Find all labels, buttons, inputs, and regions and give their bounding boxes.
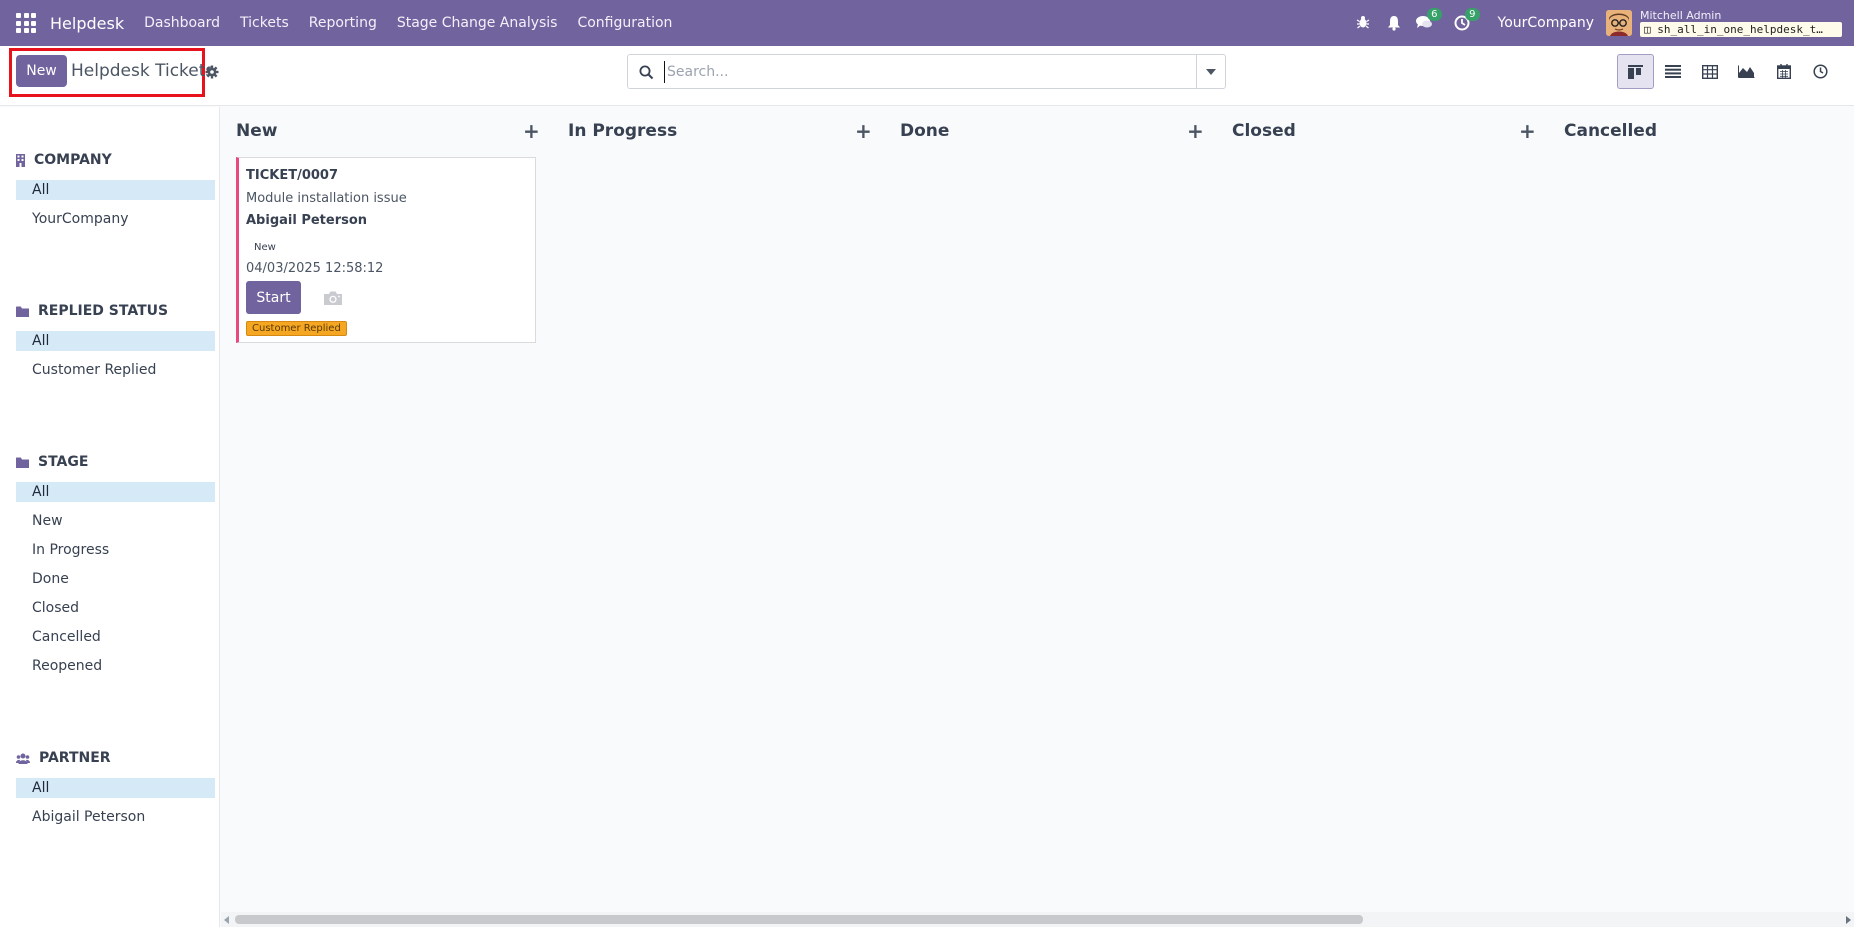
filter-stage-closed[interactable]: Closed (16, 598, 215, 618)
search-icon (639, 65, 654, 80)
filter-stage-in-progress[interactable]: In Progress (16, 540, 215, 560)
ticket-subject: Module installation issue (246, 191, 407, 206)
column-in-progress-add-icon[interactable]: + (855, 119, 872, 143)
column-header-new[interactable]: New (236, 121, 277, 141)
menu-tickets[interactable]: Tickets (240, 15, 289, 31)
kanban-icon (1628, 64, 1643, 79)
page-title: Helpdesk Tickets (71, 61, 215, 81)
filter-stage-reopened[interactable]: Reopened (16, 656, 215, 676)
kanban-view-button[interactable] (1617, 54, 1654, 89)
search-options-toggle[interactable] (1196, 55, 1225, 88)
filter-stage-done[interactable]: Done (16, 569, 215, 589)
building-icon (16, 153, 25, 167)
scroll-right-icon[interactable] (1846, 916, 1851, 924)
menu-stage-change-analysis[interactable]: Stage Change Analysis (397, 15, 558, 31)
scrollbar-thumb[interactable] (235, 915, 1363, 924)
new-button[interactable]: New (16, 55, 67, 87)
section-heading-company: COMPANY (34, 152, 112, 168)
column-closed-add-icon[interactable]: + (1519, 119, 1536, 143)
graph-view-button[interactable] (1728, 54, 1765, 89)
filter-stage-all[interactable]: All (16, 482, 215, 502)
activities-badge: 9 (1465, 8, 1480, 21)
user-avatar[interactable] (1606, 10, 1632, 36)
filter-replied-all[interactable]: All (16, 331, 215, 351)
apps-menu-icon[interactable] (16, 13, 36, 33)
control-panel: New Helpdesk Tickets (0, 46, 1854, 106)
activities-icon[interactable]: 9 (1454, 8, 1480, 31)
start-button[interactable]: Start (246, 281, 301, 314)
scroll-left-icon[interactable] (224, 916, 229, 924)
filter-company-all[interactable]: All (16, 180, 215, 200)
messages-icon[interactable]: 6 (1415, 8, 1442, 31)
user-name: Mitchell Admin (1640, 8, 1722, 22)
search-bar (627, 54, 1226, 89)
column-header-cancelled[interactable]: Cancelled (1564, 121, 1657, 141)
pivot-view-button[interactable] (1691, 54, 1728, 89)
section-heading-replied-status: REPLIED STATUS (38, 303, 169, 319)
users-icon (16, 753, 30, 764)
database-name: ◫ sh_all_in_one_helpdesk_t… (1640, 21, 1842, 37)
menu-reporting[interactable]: Reporting (309, 15, 377, 31)
filter-stage-new[interactable]: New (16, 511, 215, 531)
column-header-closed[interactable]: Closed (1232, 121, 1296, 141)
view-switcher (1617, 54, 1839, 89)
messages-badge: 6 (1427, 8, 1442, 21)
customer-replied-tag: Customer Replied (246, 321, 347, 336)
filter-partner-abigail-peterson[interactable]: Abigail Peterson (16, 807, 215, 827)
camera-icon[interactable] (323, 290, 343, 306)
ticket-partner: Abigail Peterson (246, 213, 368, 228)
ticket-date: 04/03/2025 12:58:12 (246, 261, 384, 276)
area-chart-icon (1738, 65, 1755, 78)
navbar-systray: 6 9 YourCompany Mitchell Admin ◫ sh_all_… (1356, 0, 1854, 46)
bell-icon[interactable] (1386, 15, 1402, 31)
pivot-table-icon (1701, 64, 1718, 79)
menu-configuration[interactable]: Configuration (577, 15, 672, 31)
filter-section-company: COMPANY All YourCompany (0, 149, 220, 229)
kanban-board: New + In Progress + Done + Closed + Canc… (221, 107, 1854, 912)
activity-view-button[interactable] (1802, 54, 1839, 89)
filter-section-partner: PARTNER All Abigail Peterson (0, 747, 220, 827)
app-brand[interactable]: Helpdesk (50, 14, 124, 33)
list-view-button[interactable] (1654, 54, 1691, 89)
filter-section-stage: STAGE All New In Progress Done Closed Ca… (0, 451, 220, 676)
company-switcher[interactable]: YourCompany (1498, 15, 1595, 31)
bug-icon[interactable] (1356, 15, 1372, 31)
section-heading-partner: PARTNER (39, 750, 111, 766)
column-done-add-icon[interactable]: + (1187, 119, 1204, 143)
user-menu[interactable]: Mitchell Admin ◫ sh_all_in_one_helpdesk_… (1640, 8, 1842, 37)
top-navbar: Helpdesk Dashboard Tickets Reporting Sta… (0, 0, 1854, 46)
filter-replied-customer-replied[interactable]: Customer Replied (16, 360, 215, 380)
search-panel-sidebar: COMPANY All YourCompany REPLIED STATUS A… (0, 107, 220, 927)
filter-section-replied-status: REPLIED STATUS All Customer Replied (0, 300, 220, 380)
column-new-add-icon[interactable]: + (523, 119, 540, 143)
clock-icon (1813, 64, 1828, 79)
chevron-down-icon (1206, 69, 1216, 75)
folder-icon (16, 457, 29, 468)
calendar-view-button[interactable] (1765, 54, 1802, 89)
menu-dashboard[interactable]: Dashboard (144, 15, 220, 31)
ticket-reference: TICKET/0007 (246, 168, 338, 183)
section-heading-stage: STAGE (38, 454, 89, 470)
column-header-done[interactable]: Done (900, 121, 949, 141)
horizontal-scrollbar[interactable] (221, 912, 1854, 927)
list-icon (1664, 65, 1681, 78)
column-header-in-progress[interactable]: In Progress (568, 121, 677, 141)
calendar-icon (1776, 64, 1791, 79)
filter-company-yourcompany[interactable]: YourCompany (16, 209, 215, 229)
ticket-stage: New (254, 242, 276, 253)
folder-icon (16, 306, 29, 317)
filter-stage-cancelled[interactable]: Cancelled (16, 627, 215, 647)
ticket-card[interactable]: TICKET/0007 Module installation issue Ab… (236, 157, 536, 343)
gear-icon[interactable] (205, 65, 219, 79)
search-input[interactable] (664, 61, 1164, 83)
filter-partner-all[interactable]: All (16, 778, 215, 798)
